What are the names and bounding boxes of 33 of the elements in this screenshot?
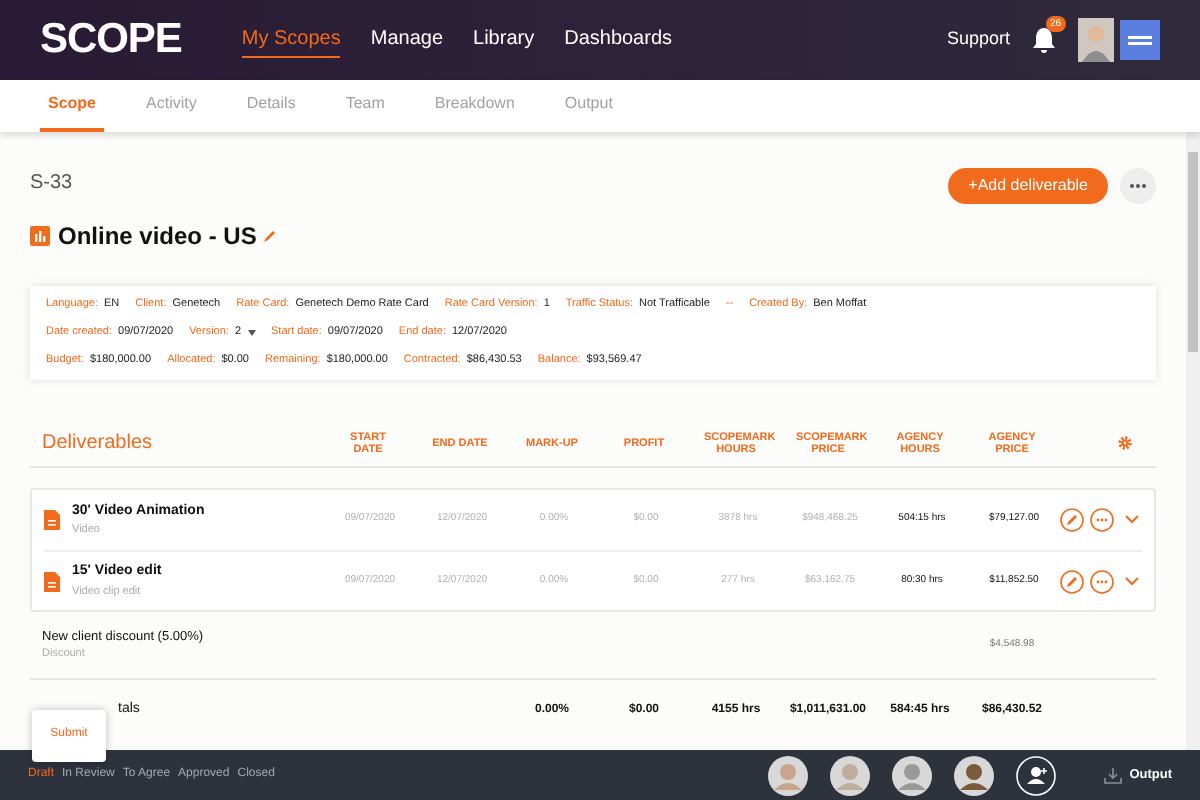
avatar-icon[interactable] (767, 755, 808, 795)
chart-icon (30, 226, 50, 246)
more-icon[interactable] (1120, 168, 1156, 204)
chevron-down-icon[interactable] (1124, 514, 1140, 526)
nav-link[interactable]: My Scopes (241, 23, 341, 57)
logo[interactable]: SCOPE (40, 8, 182, 72)
more-icon[interactable] (1090, 569, 1114, 593)
add-deliverable-button[interactable]: +Add deliverable (948, 168, 1108, 204)
avatar-icon[interactable] (891, 755, 932, 795)
scope-title: Online video - US (58, 220, 257, 254)
add-person-icon[interactable] (1015, 755, 1056, 795)
avatar-icon[interactable] (953, 755, 994, 795)
section-title: Deliverables (42, 430, 155, 458)
edit-icon[interactable] (264, 230, 277, 242)
avatar-icon[interactable] (829, 755, 870, 795)
document-icon (44, 571, 60, 591)
document-icon (44, 510, 60, 530)
more-icon[interactable] (1090, 508, 1114, 532)
nav-link[interactable]: Manage (370, 23, 444, 57)
support-link[interactable]: Support (946, 26, 1010, 54)
company-logo-icon[interactable] (1120, 20, 1160, 60)
caret-icon (247, 330, 255, 336)
nav-link[interactable]: Library (473, 23, 535, 57)
chevron-down-icon[interactable] (1124, 575, 1140, 587)
download-icon (1103, 767, 1122, 783)
edit-icon[interactable] (1060, 508, 1084, 532)
bell-icon[interactable] (1030, 26, 1058, 54)
edit-icon[interactable] (1060, 569, 1084, 593)
nav-link[interactable]: Dashboards (564, 23, 673, 57)
scope-id: S-33 (30, 170, 75, 198)
settings-icon[interactable] (1118, 436, 1132, 450)
tab[interactable]: Scope (40, 92, 105, 132)
scrollbar-thumb[interactable] (1188, 152, 1198, 352)
